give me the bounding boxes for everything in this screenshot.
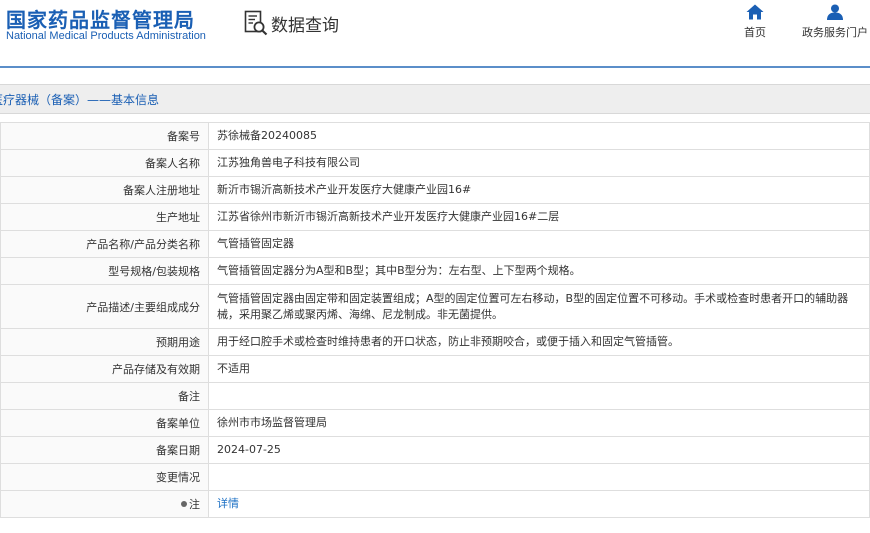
field-label-change-status: 变更情况 bbox=[0, 463, 209, 491]
field-label-note: 注 bbox=[0, 490, 209, 518]
table-row: 产品存储及有效期 不适用 bbox=[0, 355, 870, 383]
table-row: 注 详情 bbox=[0, 490, 870, 518]
user-icon bbox=[827, 4, 843, 20]
field-value-filing-date: 2024-07-25 bbox=[208, 436, 870, 464]
table-row: 产品名称/产品分类名称 气管插管固定器 bbox=[0, 230, 870, 258]
nav-portal-label: 政务服务门户 bbox=[802, 26, 868, 39]
field-label-registrant-address: 备案人注册地址 bbox=[0, 176, 209, 204]
field-value-registrant-address: 新沂市锡沂高新技术产业开发医疗大健康产业园16# bbox=[208, 176, 870, 204]
field-value-product-name: 气管插管固定器 bbox=[208, 230, 870, 258]
nav-home[interactable]: 首页 bbox=[738, 4, 772, 40]
field-label-remarks: 备注 bbox=[0, 382, 209, 410]
info-table: 备案号 苏徐械备20240085 备案人名称 江苏独角兽电子科技有限公司 备案人… bbox=[0, 122, 870, 518]
bullet-dot-icon bbox=[181, 501, 187, 507]
header-divider bbox=[0, 66, 870, 68]
table-row: 备案人注册地址 新沂市锡沂高新技术产业开发医疗大健康产业园16# bbox=[0, 176, 870, 204]
field-value-filing-unit: 徐州市市场监督管理局 bbox=[208, 409, 870, 437]
field-label-model-spec: 型号规格/包装规格 bbox=[0, 257, 209, 285]
field-value-intended-use: 用于经口腔手术或检查时维持患者的开口状态，防止非预期咬合，或便于插入和固定气管插… bbox=[208, 328, 870, 356]
table-row: 备案号 苏徐械备20240085 bbox=[0, 122, 870, 150]
table-row: 产品描述/主要组成成分 气管插管固定器由固定带和固定装置组成；A型的固定位置可左… bbox=[0, 284, 870, 329]
field-value-note: 详情 bbox=[208, 490, 870, 518]
table-row: 生产地址 江苏省徐州市新沂市锡沂高新技术产业开发医疗大健康产业园16#二层 bbox=[0, 203, 870, 231]
table-row: 型号规格/包装规格 气管插管固定器分为A型和B型；其中B型分为：左右型、上下型两… bbox=[0, 257, 870, 285]
field-value-model-spec: 气管插管固定器分为A型和B型；其中B型分为：左右型、上下型两个规格。 bbox=[208, 257, 870, 285]
field-label-product-name: 产品名称/产品分类名称 bbox=[0, 230, 209, 258]
field-value-registrant-name: 江苏独角兽电子科技有限公司 bbox=[208, 149, 870, 177]
field-value-remarks bbox=[208, 382, 870, 410]
data-query-heading: 数据查询 bbox=[244, 10, 339, 36]
site-header: 国家药品监督管理局 National Medical Products Admi… bbox=[0, 0, 870, 66]
data-query-title: 数据查询 bbox=[271, 15, 339, 36]
field-value-record-number: 苏徐械备20240085 bbox=[208, 122, 870, 150]
home-icon bbox=[746, 4, 764, 20]
table-row: 变更情况 bbox=[0, 463, 870, 491]
field-value-change-status bbox=[208, 463, 870, 491]
table-row: 备案单位 徐州市市场监督管理局 bbox=[0, 409, 870, 437]
field-label-filing-date: 备案日期 bbox=[0, 436, 209, 464]
field-label-product-description: 产品描述/主要组成成分 bbox=[0, 284, 209, 329]
field-label-filing-unit: 备案单位 bbox=[0, 409, 209, 437]
section-title-bar: 医疗器械（备案）——基本信息 bbox=[0, 84, 870, 114]
table-row: 预期用途 用于经口腔手术或检查时维持患者的开口状态，防止非预期咬合，或便于插入和… bbox=[0, 328, 870, 356]
table-row: 备案人名称 江苏独角兽电子科技有限公司 bbox=[0, 149, 870, 177]
field-label-registrant-name: 备案人名称 bbox=[0, 149, 209, 177]
field-value-production-address: 江苏省徐州市新沂市锡沂高新技术产业开发医疗大健康产业园16#二层 bbox=[208, 203, 870, 231]
field-value-product-description: 气管插管固定器由固定带和固定装置组成；A型的固定位置可左右移动，B型的固定位置不… bbox=[208, 284, 870, 329]
field-label-production-address: 生产地址 bbox=[0, 203, 209, 231]
logo-title-cn[interactable]: 国家药品监督管理局 bbox=[6, 4, 195, 33]
logo-title-en[interactable]: National Medical Products Administration bbox=[6, 30, 206, 42]
section-title: 医疗器械（备案）——基本信息 bbox=[0, 93, 160, 107]
details-link[interactable]: 详情 bbox=[217, 497, 239, 510]
nav-government-portal[interactable]: 政务服务门户 bbox=[796, 4, 870, 40]
table-row: 备注 bbox=[0, 382, 870, 410]
nav-home-label: 首页 bbox=[744, 26, 766, 39]
field-label-intended-use: 预期用途 bbox=[0, 328, 209, 356]
document-search-icon bbox=[244, 10, 268, 36]
table-row: 备案日期 2024-07-25 bbox=[0, 436, 870, 464]
field-label-storage-validity: 产品存储及有效期 bbox=[0, 355, 209, 383]
field-label-record-number: 备案号 bbox=[0, 122, 209, 150]
field-value-storage-validity: 不适用 bbox=[208, 355, 870, 383]
